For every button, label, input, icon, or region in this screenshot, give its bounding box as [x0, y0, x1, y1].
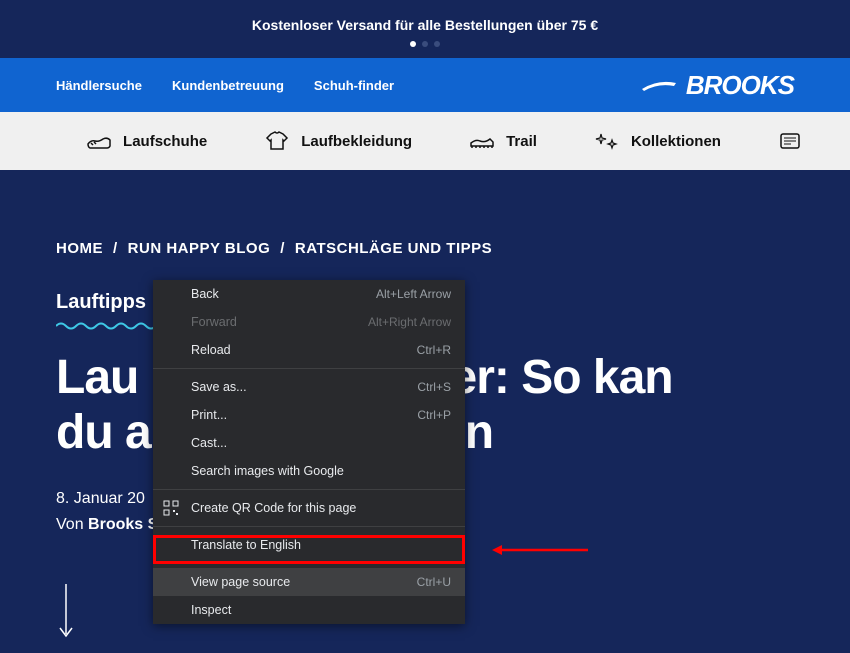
- link-shoe-finder[interactable]: Schuh-finder: [314, 78, 394, 93]
- ctx-translate[interactable]: Translate to English: [153, 531, 465, 559]
- context-menu: Back Alt+Left Arrow Forward Alt+Right Ar…: [153, 280, 465, 624]
- ctx-shortcut: Alt+Right Arrow: [368, 315, 451, 329]
- ctx-print[interactable]: Print... Ctrl+P: [153, 401, 465, 429]
- brand-logo[interactable]: BROOKS: [640, 70, 794, 101]
- link-dealer-search[interactable]: Händlersuche: [56, 78, 142, 93]
- dot-1[interactable]: [410, 41, 416, 47]
- sparkle-icon: [593, 130, 621, 152]
- ctx-divider: [153, 489, 465, 490]
- breadcrumb-sep: /: [280, 240, 285, 257]
- breadcrumb-sep: /: [113, 240, 118, 257]
- ctx-inspect[interactable]: Inspect: [153, 596, 465, 624]
- breadcrumb-category[interactable]: RATSCHLÄGE UND TIPPS: [295, 240, 492, 257]
- nav-trail[interactable]: Trail: [468, 130, 537, 152]
- author-name: Brooks S: [88, 516, 158, 533]
- ctx-label: Reload: [191, 343, 231, 357]
- ctx-label: View page source: [191, 575, 290, 589]
- ctx-forward: Forward Alt+Right Arrow: [153, 308, 465, 336]
- ctx-divider: [153, 563, 465, 564]
- nav-extra[interactable]: [777, 130, 805, 152]
- promo-text: Kostenloser Versand für alle Bestellunge…: [252, 17, 598, 33]
- main-nav: Laufschuhe Laufbekleidung Trail Kollekti…: [0, 112, 850, 170]
- ctx-cast[interactable]: Cast...: [153, 429, 465, 457]
- nav-label: Laufbekleidung: [301, 133, 412, 150]
- dot-3[interactable]: [434, 41, 440, 47]
- ctx-divider: [153, 526, 465, 527]
- ctx-back[interactable]: Back Alt+Left Arrow: [153, 280, 465, 308]
- ctx-label: Print...: [191, 408, 227, 422]
- shirt-icon: [263, 130, 291, 152]
- ctx-label: Cast...: [191, 436, 227, 450]
- qr-icon: [163, 500, 179, 516]
- ctx-shortcut: Ctrl+S: [417, 380, 451, 394]
- brand-name: BROOKS: [686, 70, 794, 101]
- ctx-create-qr[interactable]: Create QR Code for this page: [153, 494, 465, 522]
- ctx-label: Create QR Code for this page: [191, 501, 356, 515]
- ctx-label: Search images with Google: [191, 464, 344, 478]
- nav-collections[interactable]: Kollektionen: [593, 130, 721, 152]
- breadcrumb-home[interactable]: HOME: [56, 240, 103, 257]
- nav-running-apparel[interactable]: Laufbekleidung: [263, 130, 412, 152]
- ctx-label: Inspect: [191, 603, 231, 617]
- scroll-down-arrow[interactable]: [56, 584, 76, 638]
- ctx-view-source[interactable]: View page source Ctrl+U: [153, 568, 465, 596]
- top-bar: Händlersuche Kundenbetreuung Schuh-finde…: [0, 58, 850, 112]
- nav-label: Kollektionen: [631, 133, 721, 150]
- brooks-swoosh-icon: [640, 77, 678, 93]
- ctx-search-images[interactable]: Search images with Google: [153, 457, 465, 485]
- ctx-label: Save as...: [191, 380, 247, 394]
- nav-running-shoes[interactable]: Laufschuhe: [85, 130, 207, 152]
- ctx-save-as[interactable]: Save as... Ctrl+S: [153, 373, 465, 401]
- nav-label: Trail: [506, 133, 537, 150]
- breadcrumb-blog[interactable]: RUN HAPPY BLOG: [128, 240, 271, 257]
- trail-shoe-icon: [468, 130, 496, 152]
- ctx-shortcut: Ctrl+U: [417, 575, 451, 589]
- ctx-shortcut: Alt+Left Arrow: [376, 287, 451, 301]
- ctx-label: Forward: [191, 315, 237, 329]
- ctx-reload[interactable]: Reload Ctrl+R: [153, 336, 465, 364]
- author-prefix: Von: [56, 516, 88, 533]
- breadcrumb: HOME / RUN HAPPY BLOG / RATSCHLÄGE UND T…: [56, 240, 794, 257]
- nav-label: Laufschuhe: [123, 133, 207, 150]
- ctx-label: Back: [191, 287, 219, 301]
- ctx-label: Translate to English: [191, 538, 301, 552]
- link-customer-care[interactable]: Kundenbetreuung: [172, 78, 284, 93]
- ctx-shortcut: Ctrl+R: [417, 343, 451, 357]
- annotation-arrow: [490, 543, 588, 557]
- extra-icon: [777, 130, 805, 152]
- promo-bar: Kostenloser Versand für alle Bestellunge…: [0, 0, 850, 58]
- wavy-underline: [56, 318, 156, 328]
- carousel-dots[interactable]: [410, 41, 440, 47]
- top-links: Händlersuche Kundenbetreuung Schuh-finde…: [56, 78, 394, 93]
- dot-2[interactable]: [422, 41, 428, 47]
- shoe-icon: [85, 130, 113, 152]
- ctx-divider: [153, 368, 465, 369]
- ctx-shortcut: Ctrl+P: [417, 408, 451, 422]
